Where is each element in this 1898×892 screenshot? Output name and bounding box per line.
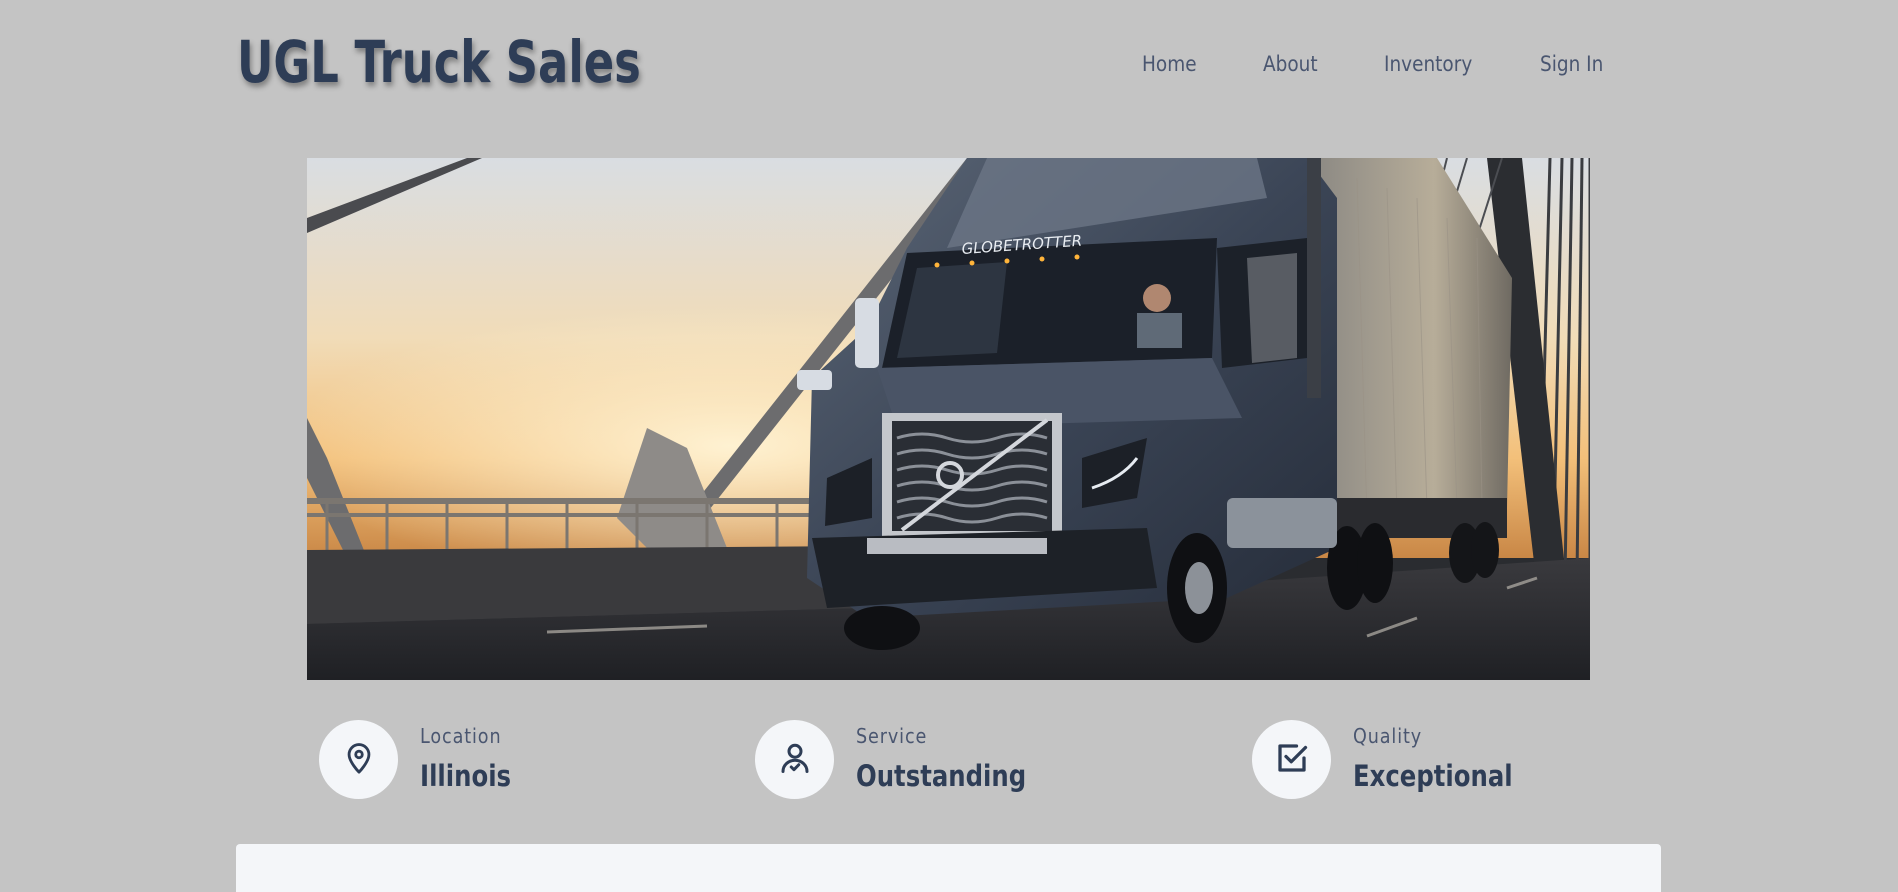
feature-label: Service	[856, 724, 928, 748]
location-pin-icon	[342, 741, 376, 779]
feature-label: Location	[420, 724, 502, 748]
feature-value: Illinois	[420, 759, 512, 793]
feature-icon-circle	[1252, 720, 1331, 799]
feature-label: Quality	[1353, 724, 1423, 748]
user-service-icon	[777, 740, 813, 780]
content-card	[236, 844, 1661, 892]
nav-home-link[interactable]: Home	[1142, 52, 1197, 76]
nav-about-link[interactable]: About	[1263, 52, 1318, 76]
hero-image: GLOBETROTTER	[307, 158, 1590, 680]
nav-sign-in-link[interactable]: Sign In	[1540, 52, 1603, 76]
feature-icon-circle	[755, 720, 834, 799]
feature-value: Exceptional	[1353, 759, 1513, 793]
feature-value: Outstanding	[856, 759, 1027, 793]
nav-inventory-link[interactable]: Inventory	[1384, 52, 1472, 76]
page: UGL Truck Sales Home About Inventory Sig…	[0, 0, 1898, 892]
checkbox-check-icon	[1274, 740, 1310, 780]
feature-icon-circle	[319, 720, 398, 799]
site-header: UGL Truck Sales Home About Inventory Sig…	[0, 0, 1898, 130]
brand-logo-text[interactable]: UGL Truck Sales	[237, 28, 641, 96]
